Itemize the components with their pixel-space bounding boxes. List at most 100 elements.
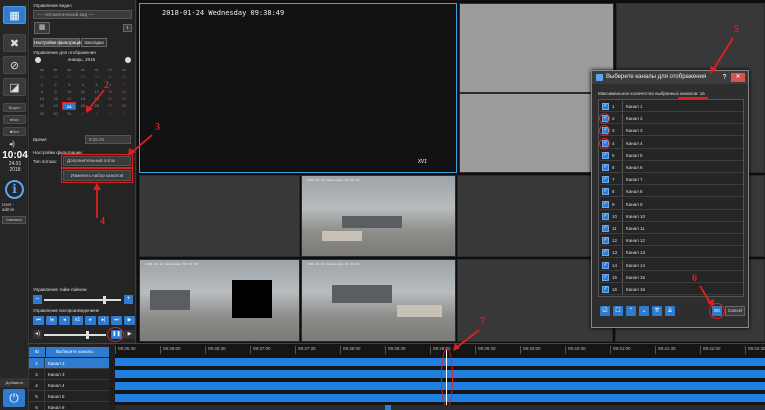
move-up-button[interactable]: ⌃ [626, 306, 636, 316]
channel-checkbox[interactable]: ✓ [602, 249, 609, 257]
move-bottom-button[interactable]: ⇊ [665, 306, 675, 316]
move-top-button[interactable]: ⇈ [652, 306, 662, 316]
channel-checkbox[interactable]: ✓ [602, 286, 609, 293]
select-all-button[interactable]: ☑ [600, 306, 610, 316]
table-row[interactable]: 3 Канал 3 [29, 369, 109, 380]
channel-row[interactable]: ✓ 1 Канал 1 [600, 101, 743, 112]
channel-row[interactable]: ✓ 14 Канал 14 [600, 259, 743, 271]
calendar-day[interactable]: 26 [90, 102, 104, 109]
frame-back-button[interactable]: |◂ [46, 316, 57, 325]
calendar-day[interactable]: 26 [49, 73, 63, 80]
calendar-day[interactable]: 7 [117, 81, 131, 88]
scrollbar-thumb[interactable] [385, 405, 391, 410]
table-row[interactable]: 6 Канал 6 [29, 402, 109, 410]
video-tile-6[interactable]: 2018-01-24 Wednesday 09:38:49 [301, 175, 456, 257]
layout-number[interactable]: 1 [123, 24, 132, 32]
channel-checkbox[interactable]: ✓ [602, 200, 609, 208]
calendar-day[interactable]: 30 [49, 110, 63, 117]
timeline-scrollbar[interactable] [115, 405, 765, 410]
timeline-zoom-knob[interactable] [103, 296, 106, 304]
calendar-day[interactable]: 3 [103, 110, 117, 117]
frame-forward-button[interactable]: ▸| [98, 316, 109, 325]
calendar-day[interactable]: 24 [62, 102, 77, 110]
channel-checkbox[interactable]: ✓ [602, 261, 609, 269]
timeline-zoom-slider[interactable] [44, 299, 121, 301]
recording-bar[interactable] [115, 382, 765, 390]
calendar-day[interactable]: 4 [76, 81, 90, 88]
calendar-day[interactable]: 31 [62, 110, 76, 117]
calendar-day[interactable]: 21 [117, 95, 131, 102]
table-row[interactable]: 4 Канал 4 [29, 380, 109, 391]
fast-forward-button[interactable]: ▶ [124, 316, 135, 325]
calendar-day[interactable]: 14 [117, 88, 131, 95]
help-button[interactable]: ? [720, 73, 729, 82]
calendar-day[interactable]: 1 [35, 81, 49, 88]
link-button[interactable]: ⊘ [3, 56, 26, 74]
step-forward-button[interactable]: ▸ [85, 316, 96, 325]
recording-bar[interactable] [115, 370, 765, 378]
skip-end-button[interactable]: ⏭ [111, 316, 122, 325]
channel-checkbox[interactable]: ✓ [602, 188, 609, 196]
channel-row[interactable]: ✓ 9 Канал 9 [600, 198, 743, 210]
speed-button[interactable]: x1 [72, 316, 83, 325]
calendar-day[interactable]: 12 [90, 88, 104, 95]
channel-checkbox[interactable]: ✓ [602, 176, 609, 184]
video-tile-11[interactable] [457, 259, 613, 342]
calendar-day[interactable]: 17 [62, 95, 76, 102]
recording-bar[interactable] [115, 394, 765, 402]
video-tile-main[interactable]: 2018-01-24 Wednesday 09:38:49 XVI [139, 3, 457, 173]
calendar-day[interactable]: 29 [90, 73, 104, 80]
video-tile-10[interactable]: 2018-01-24 Wednesday 09:38:49 [301, 259, 456, 342]
channel-row[interactable]: ✓ 2 Канал 2 [599, 113, 743, 125]
close-button[interactable]: ✕ [731, 73, 745, 82]
channel-row[interactable]: ✓ 16 Канал 16 [600, 284, 743, 295]
calendar-day[interactable]: 22 [35, 102, 49, 109]
calendar-day[interactable]: 25 [76, 102, 90, 109]
channel-row[interactable]: ✓ 11 Канал 11 [600, 223, 743, 234]
video-tile-7[interactable] [457, 175, 613, 257]
calendar-day[interactable]: 31 [117, 73, 131, 80]
calendar-day[interactable]: 27 [62, 73, 76, 80]
channel-checkbox[interactable]: ✓ [602, 273, 609, 281]
volume-slider[interactable] [44, 334, 106, 336]
channel-row[interactable]: ✓ 5 Канал 5 [600, 149, 743, 161]
layout-select[interactable]: ---- Автоматический вид ---- [33, 10, 132, 19]
channel-checkbox[interactable]: ✓ [602, 103, 609, 110]
next-month-button[interactable] [125, 57, 131, 63]
video-tile-9[interactable]: 2018-01-24 Wednesday 09:38:49 [139, 259, 300, 342]
tab-filter-settings[interactable]: Настройки фильтрации [33, 38, 83, 47]
settings-button[interactable]: ✖ [3, 34, 26, 52]
cancel-button[interactable]: Cancel [725, 306, 745, 316]
table-row[interactable]: 2 Канал 2 [29, 358, 109, 369]
info-icon[interactable]: i [5, 180, 24, 199]
speaker-icon[interactable]: ◂) [9, 140, 15, 148]
recording-bar[interactable] [115, 358, 765, 366]
add-button[interactable]: Добавить [0, 378, 29, 387]
channel-row[interactable]: ✓ 6 Канал 6 [600, 162, 743, 173]
calendar-day[interactable]: 28 [76, 73, 90, 80]
channel-row[interactable]: ✓ 13 Канал 13 [600, 247, 743, 259]
channel-row[interactable]: ✓ 7 Канал 7 [600, 174, 743, 186]
record-toggle[interactable]: ●Вкл [3, 115, 26, 124]
calendar-day[interactable]: 16 [49, 95, 63, 102]
time-input[interactable]: 9:35:25 [85, 135, 131, 144]
channel-checkbox[interactable]: ✓ [602, 151, 609, 159]
tab-bookmarks[interactable]: Закладки [81, 38, 107, 47]
timeline[interactable]: 09:35:30 09:36:00 09:36:30 09:37:00 09:37:30… [115, 344, 765, 410]
channel-row[interactable]: ✓ 4 Канал 4 [599, 137, 743, 149]
skip-start-button[interactable]: ⏮ [33, 316, 44, 325]
channel-checkbox[interactable]: ✓ [602, 164, 609, 171]
calendar-day[interactable]: 2 [90, 110, 104, 117]
calendar-day[interactable]: 18 [76, 95, 90, 102]
calendar-day[interactable]: 27 [103, 102, 117, 109]
stop-toggle[interactable]: ■Вкл [3, 127, 26, 136]
calendar-day[interactable]: 11 [76, 88, 90, 95]
calendar-day[interactable]: 4 [117, 110, 131, 117]
video-toggle[interactable]: Видео [3, 103, 26, 112]
layout-grid-icon[interactable]: ▦ [34, 22, 50, 34]
calendar-day[interactable]: 28 [117, 102, 131, 109]
calendar-day[interactable]: 1 [76, 110, 90, 117]
calendar-day[interactable]: 8 [35, 88, 49, 95]
calendar-day[interactable]: 2 [49, 81, 63, 88]
calendar-day[interactable]: 9 [49, 88, 63, 95]
